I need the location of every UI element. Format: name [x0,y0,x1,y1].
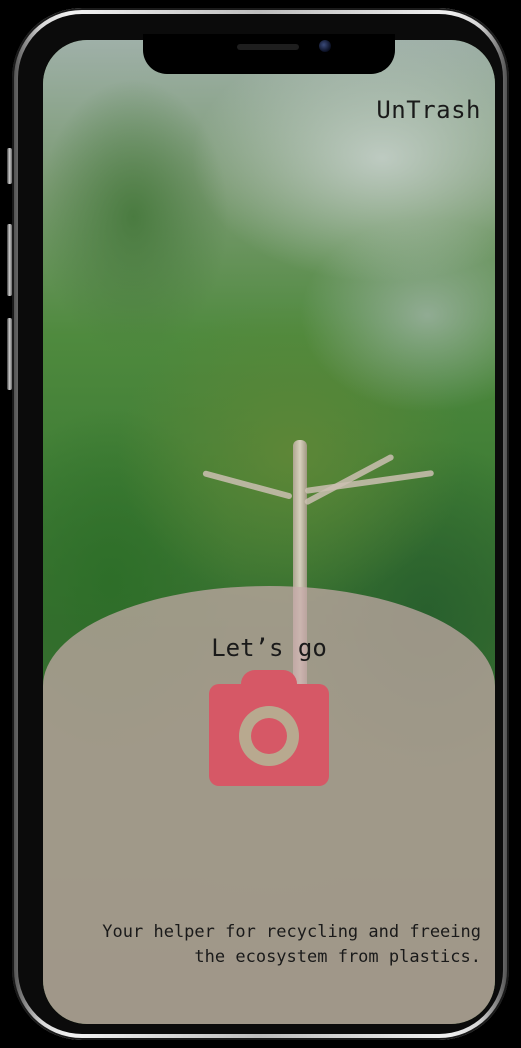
bottom-card: Let’s go Your helper for recycling and f… [43,586,495,1024]
camera-button[interactable] [209,670,329,786]
screen: UnTrash Let’s go Your helper for recycli… [43,40,495,1024]
speaker-grille [237,44,299,50]
camera-lens [239,706,299,766]
tagline: Your helper for recycling and freeing th… [102,922,481,967]
front-camera-icon [319,40,331,52]
cta-label: Let’s go [211,634,327,662]
app-title: UnTrash [376,96,481,124]
camera-lens-center [251,718,287,754]
notch [143,34,395,74]
camera-body [209,684,329,786]
stage: UnTrash Let’s go Your helper for recycli… [0,0,521,1048]
